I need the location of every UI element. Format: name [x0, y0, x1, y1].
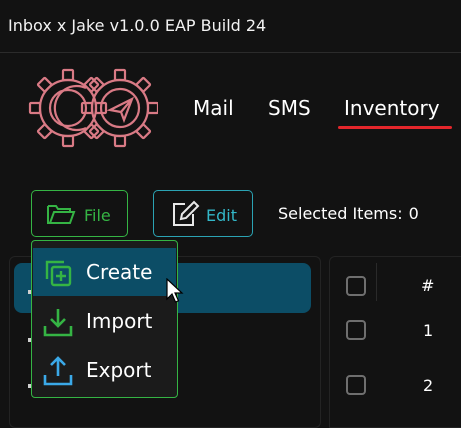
file-button-label: File: [84, 206, 111, 225]
nav-active-underline: [338, 126, 452, 129]
menu-item-create[interactable]: Create: [33, 248, 176, 296]
select-all-checkbox[interactable]: [346, 276, 366, 296]
title-bar: Inbox x Jake v1.0.0 EAP Build 24: [0, 0, 461, 53]
table-header-index: #: [421, 276, 435, 295]
nav-sms[interactable]: SMS: [268, 96, 311, 120]
window-title: Inbox x Jake v1.0.0 EAP Build 24: [8, 16, 267, 35]
edit-button[interactable]: Edit: [153, 190, 253, 237]
menu-item-label: Create: [86, 260, 153, 284]
upload-tray-icon: [43, 356, 73, 386]
selected-items-indicator: Selected Items: 0: [278, 204, 425, 223]
menu-item-label: Import: [86, 309, 153, 333]
nav-mail[interactable]: Mail: [193, 96, 234, 120]
folder-open-icon: [46, 202, 76, 226]
gear-logo-icon: [28, 68, 158, 148]
download-tray-icon: [43, 309, 73, 337]
menu-item-export[interactable]: Export: [33, 346, 176, 394]
selected-items-count: 0: [408, 204, 419, 223]
edit-button-label: Edit: [206, 206, 237, 225]
table-row-index: 2: [423, 376, 434, 395]
mouse-cursor-icon: [166, 278, 184, 303]
menu-item-import[interactable]: Import: [33, 297, 176, 345]
table-column-divider: [376, 263, 377, 301]
row-checkbox[interactable]: [346, 375, 366, 395]
selected-items-label: Selected Items:: [278, 204, 403, 223]
menu-item-label: Export: [86, 358, 152, 382]
pencil-square-icon: [171, 200, 201, 228]
file-menu: Create Import Export: [31, 240, 178, 398]
create-copy-icon: [45, 260, 72, 287]
row-checkbox[interactable]: [346, 320, 366, 340]
nav-inventory[interactable]: Inventory: [344, 96, 440, 120]
table-row-index: 1: [423, 321, 434, 340]
file-button[interactable]: File: [31, 190, 128, 237]
